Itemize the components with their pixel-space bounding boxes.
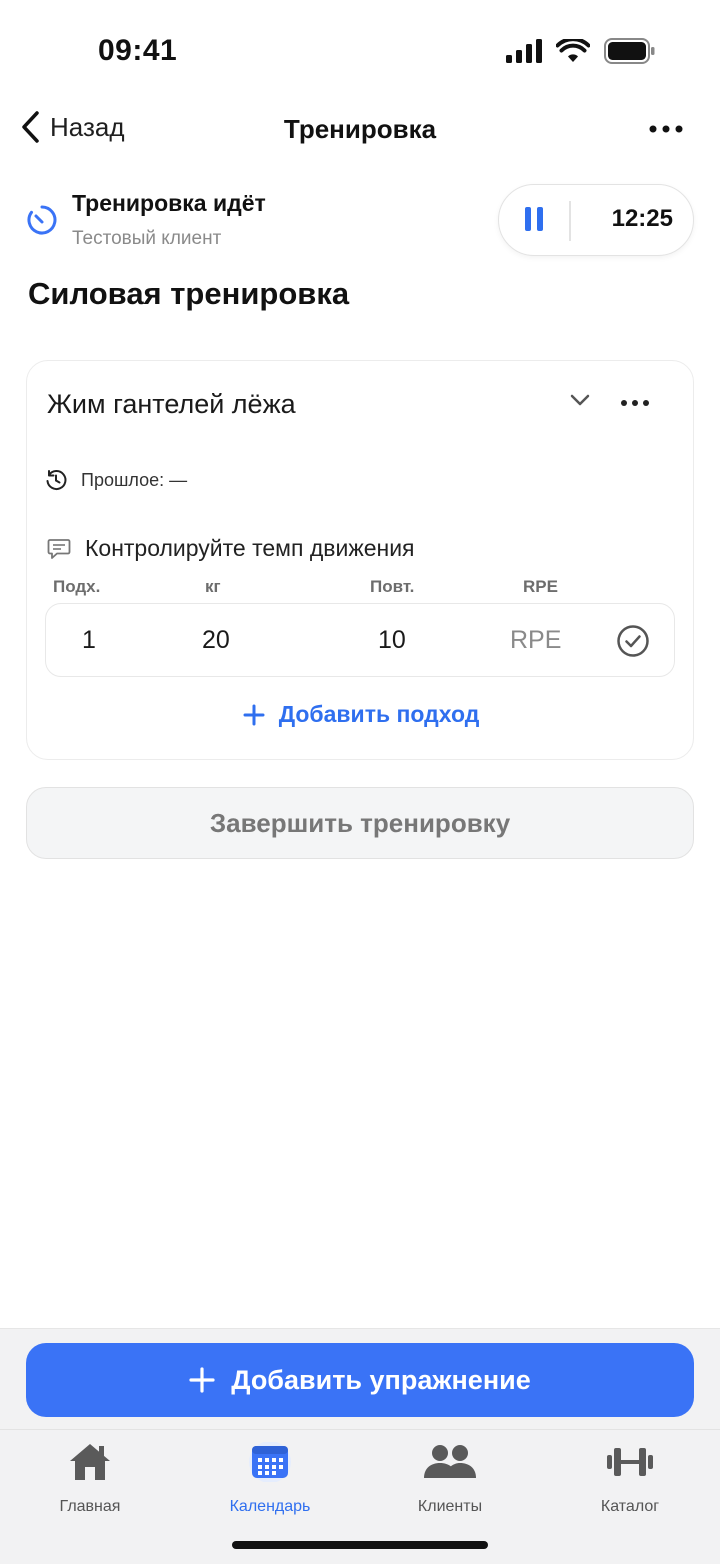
- check-circle-icon: [617, 625, 649, 657]
- complete-set-button[interactable]: [616, 624, 650, 663]
- history-text: Прошлое: —: [81, 469, 188, 490]
- column-rpe: RPE: [523, 577, 558, 596]
- tab-home[interactable]: Главная: [0, 1440, 180, 1524]
- tab-clients[interactable]: Клиенты: [360, 1440, 540, 1524]
- add-exercise-button[interactable]: Добавить упражнение: [26, 1343, 694, 1417]
- tab-catalog[interactable]: Каталог: [540, 1440, 720, 1524]
- people-icon: [423, 1440, 477, 1484]
- status-time: 09:41: [98, 34, 178, 67]
- home-indicator: [232, 1541, 488, 1549]
- session-status: Тренировка идёт: [72, 190, 266, 216]
- pause-button[interactable]: [525, 207, 543, 231]
- tab-bar: Главная Календарь Клиенты Каталог: [0, 1429, 720, 1529]
- add-exercise-label: Добавить упражнение: [231, 1364, 531, 1395]
- weight-input[interactable]: 20: [202, 626, 230, 655]
- session-header: Тренировка идёт Тестовый клиент 12:25: [26, 184, 694, 258]
- tab-calendar[interactable]: Календарь: [180, 1440, 360, 1524]
- status-bar: 09:41: [0, 0, 720, 100]
- exercise-note: Контролируйте темп движения: [85, 535, 415, 561]
- status-icons: [506, 38, 656, 64]
- client-name: Тестовый клиент: [72, 228, 222, 249]
- timer-divider: [569, 201, 571, 241]
- navigation-bar: Назад Тренировка: [0, 100, 720, 160]
- column-set: Подх.: [53, 577, 101, 596]
- rpe-input[interactable]: RPE: [510, 626, 561, 655]
- more-options-button[interactable]: [646, 114, 686, 144]
- add-set-label: Добавить подход: [278, 701, 480, 727]
- tab-clients-label: Клиенты: [417, 1498, 483, 1515]
- history-icon: [46, 470, 67, 490]
- comment-icon: [47, 538, 71, 559]
- more-horizontal-icon: [621, 400, 649, 406]
- tab-calendar-label: Календарь: [229, 1498, 311, 1515]
- history-row: Прошлое: —: [45, 469, 187, 491]
- timer-icon: [27, 205, 57, 235]
- reps-input[interactable]: 10: [378, 626, 406, 655]
- wifi-icon: [556, 39, 590, 62]
- workout-title: Силовая тренировка: [28, 276, 350, 311]
- page-title: Тренировка: [283, 114, 437, 144]
- finish-workout-label: Завершить тренировку: [209, 807, 511, 838]
- exercise-card: Жим гантелей лёжа Прошлое: — Контролируй…: [26, 360, 694, 760]
- set-row: 1 20 10 RPE: [45, 603, 675, 677]
- calendar-icon: [248, 1440, 292, 1484]
- more-horizontal-icon: [649, 125, 683, 133]
- dumbbell-icon: [605, 1440, 655, 1484]
- chevron-down-icon: [570, 394, 590, 406]
- timer-value: 12:25: [611, 205, 673, 232]
- home-icon: [67, 1440, 113, 1484]
- plus-icon: [243, 704, 265, 725]
- add-set-button[interactable]: Добавить подход: [27, 701, 695, 728]
- timer-control: 12:25: [498, 184, 694, 256]
- signal-icon: [506, 39, 542, 63]
- collapse-button[interactable]: [569, 393, 591, 412]
- column-weight: кг: [205, 577, 221, 596]
- exercise-name: Жим гантелей лёжа: [47, 389, 296, 419]
- bottom-area: Добавить упражнение Главная Календарь Кл…: [0, 1328, 720, 1564]
- column-reps: Повт.: [370, 577, 415, 596]
- finish-workout-button[interactable]: Завершить тренировку: [26, 787, 694, 859]
- plus-icon: [189, 1367, 215, 1393]
- note-row: Контролируйте темп движения: [47, 535, 415, 562]
- tab-catalog-label: Каталог: [600, 1498, 660, 1515]
- set-number: 1: [82, 626, 96, 654]
- tab-home-label: Главная: [59, 1498, 121, 1515]
- sets-column-headers: Подх. кг Повт. RPE: [27, 577, 695, 601]
- exercise-more-button[interactable]: [615, 391, 655, 415]
- battery-icon: [604, 38, 655, 64]
